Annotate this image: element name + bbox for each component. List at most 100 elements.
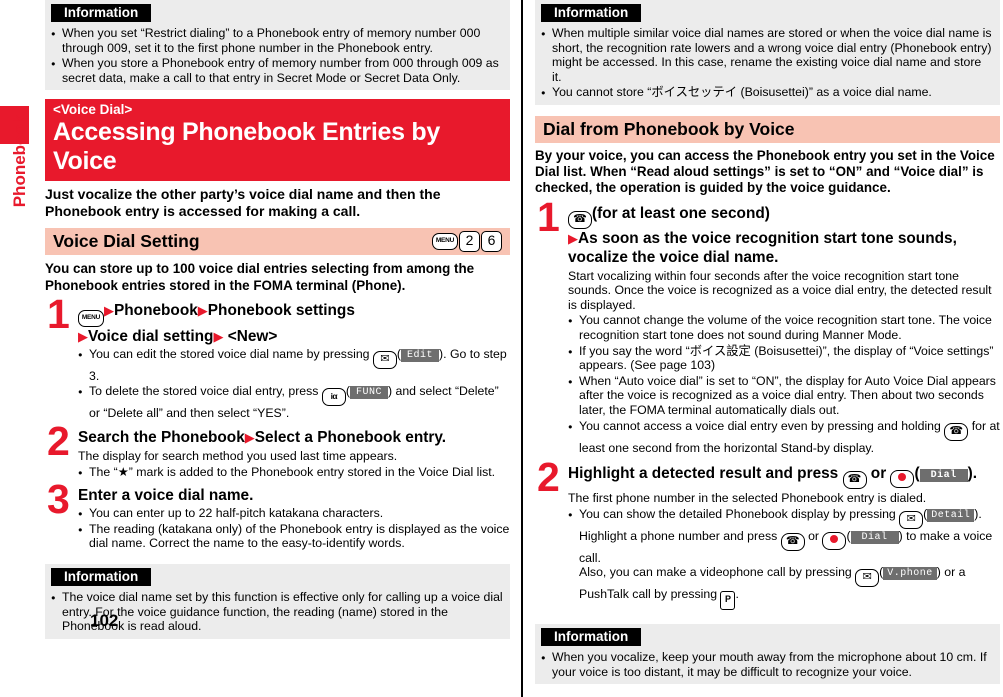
step-title: Enter a voice dial name.: [78, 487, 254, 505]
step-title-part: Highlight a detected result and press: [568, 465, 843, 483]
arrow-icon: ▶: [244, 429, 255, 445]
step-bullets: You can edit the stored voice dial name …: [78, 347, 510, 421]
step-title: Search the Phonebook▶Select a Phonebook …: [78, 428, 510, 447]
step-bullet: The “★” mark is added to the Phonebook e…: [78, 465, 510, 480]
step-1: 1 MENU ▶Phonebook▶Phonebook settings ▶Voi…: [45, 293, 510, 421]
bullet-text: You can show the detailed Phonebook disp…: [579, 506, 900, 521]
menu-key-icon: MENU: [432, 232, 458, 250]
step-number: 2: [47, 417, 70, 464]
subsection-title: Voice Dial Setting: [53, 231, 200, 252]
step-bullet: You can enter up to 22 half-pitch kataka…: [78, 506, 510, 521]
mail-key-icon: ✉: [372, 350, 397, 369]
softkey-dial: Dial: [850, 530, 899, 544]
bullet-text: ).: [974, 506, 982, 521]
info-bullet: The voice dial name set by this function…: [51, 590, 504, 634]
step-subtext: Start vocalizing within four seconds aft…: [568, 268, 992, 312]
call-key-icon: ☎: [568, 210, 592, 229]
section-lead: Just vocalize the other party’s voice di…: [45, 186, 441, 220]
step-bullet-detail: You can show the detailed Phonebook disp…: [568, 507, 1000, 611]
step-1: 1 ☎ (for at least one second) ▶As soon as…: [535, 196, 1000, 456]
step-title-part: or: [866, 465, 891, 483]
subsection-title: Dial from Phonebook by Voice: [543, 118, 795, 139]
manual-page: Phonebook Information When you set “Rest…: [0, 0, 1003, 697]
bullet-text: Highlight a phone number and press: [579, 528, 781, 543]
page-number: 102: [90, 610, 119, 630]
arrow-icon: ▶: [197, 302, 208, 318]
page-title: Accessing Phonebook Entries by Voice: [53, 118, 440, 176]
step-subtext: The display for search method you used l…: [78, 448, 398, 463]
subsection-header-dial-from-phonebook: Dial from Phonebook by Voice: [535, 115, 1000, 143]
softkey-edit: Edit: [401, 348, 440, 362]
step-number: 1: [537, 193, 560, 240]
call-key-icon: ☎: [842, 471, 867, 490]
side-index-label: Phonebook: [10, 114, 29, 208]
info-bullet: You cannot store “ボイスセッテイ (Boisusettei)”…: [541, 85, 994, 100]
imode-key-icon: iα: [321, 388, 346, 407]
step-title-part: Phonebook settings: [207, 301, 355, 319]
info-box-top-right: Information When multiple similar voice …: [535, 0, 1000, 105]
step-title-part: ).: [967, 465, 978, 483]
step-3: 3 Enter a voice dial name. You can enter…: [45, 479, 510, 551]
menu-key-icon: MENU: [78, 309, 104, 327]
step-number: 2: [537, 454, 560, 501]
softkey-detail: Detail: [927, 508, 975, 522]
mail-key-icon: ✉: [899, 510, 924, 529]
numeric-key-6-icon: 6: [481, 230, 502, 252]
step-title-part: (for at least one second): [592, 204, 770, 222]
section-kicker: <Voice Dial>: [53, 102, 133, 118]
step-number: 3: [47, 476, 70, 523]
pushtalk-key-icon: P: [720, 591, 736, 611]
step-title-part: As soon as the voice recognition start t…: [568, 229, 957, 266]
step-number: 1: [47, 290, 70, 337]
numeric-key-2-icon: 2: [459, 230, 480, 252]
column-divider: [521, 0, 523, 697]
step-subtext: The first phone number in the selected P…: [568, 491, 927, 506]
subsection-lead: By your voice, you can access the Phoneb…: [535, 147, 995, 196]
step-title-part: <New>: [227, 327, 278, 345]
arrow-icon: ▶: [213, 328, 224, 344]
info-bullet: When you vocalize, keep your mouth away …: [541, 650, 994, 679]
info-heading: Information: [51, 4, 152, 22]
softkey-func: FUNC: [349, 386, 388, 400]
step-title-part: Select a Phonebook entry.: [254, 428, 447, 446]
step-title: ☎ (for at least one second) ▶As soon as t…: [568, 204, 1000, 267]
section-title-band: <Voice Dial> Accessing Phonebook Entries…: [45, 99, 510, 182]
step-bullets: You cannot change the volume of the voic…: [568, 313, 1000, 455]
key-sequence: MENU 2 6: [432, 230, 502, 252]
info-box-top-left: Information When you set “Restrict diali…: [45, 0, 510, 91]
subsection-header-voice-dial-setting: Voice Dial Setting MENU 2 6: [45, 228, 510, 256]
info-bullet: When you store a Phonebook entry of memo…: [51, 56, 504, 85]
step-title-part: Search the Phonebook: [78, 428, 245, 446]
arrow-icon: ▶: [104, 302, 114, 318]
info-heading: Information: [541, 4, 642, 22]
center-select-key-icon: [890, 470, 915, 489]
arrow-icon: ▶: [78, 328, 88, 344]
call-key-icon: ☎: [944, 422, 969, 441]
step-bullet: You cannot access a voice dial entry eve…: [568, 419, 1000, 456]
bullet-text: or: [804, 528, 823, 543]
info-heading: Information: [51, 567, 152, 586]
step-title-part: Phonebook: [114, 301, 198, 319]
step-title-part: Voice dial setting: [88, 327, 214, 345]
step-bullet: The reading (katakana only) of the Phone…: [78, 522, 510, 551]
call-key-icon: ☎: [780, 532, 805, 551]
left-column: Information When you set “Restrict diali…: [45, 0, 510, 639]
info-bullet: When multiple similar voice dial names a…: [541, 26, 994, 84]
step-bullet: When “Auto voice dial” is set to “ON”, t…: [568, 374, 1000, 418]
bullet-text: Also, you can make a videophone call by …: [579, 565, 856, 580]
center-key-dot-icon: [898, 473, 907, 482]
step-bullet: You cannot change the volume of the voic…: [568, 313, 1000, 342]
step-title: Highlight a detected result and press ☎ …: [568, 464, 1000, 490]
info-bullet: When you set “Restrict dialing” to a Pho…: [51, 26, 504, 55]
step-2: 2 Search the Phonebook▶Select a Phoneboo…: [45, 420, 510, 480]
center-select-key-icon: [822, 531, 847, 550]
center-key-dot-icon: [830, 534, 839, 543]
step-2: 2 Highlight a detected result and press …: [535, 457, 1000, 611]
bullet-text: .: [735, 587, 739, 602]
subsection-intro: You can store up to 100 voice dial entri…: [45, 261, 475, 293]
softkey-dial: Dial: [919, 469, 968, 483]
step-bullet: You can edit the stored voice dial name …: [78, 347, 510, 384]
bullet-text: To delete the stored voice dial entry, p…: [89, 384, 322, 399]
softkey-vphone: V.phone: [883, 567, 937, 581]
mail-key-icon: ✉: [855, 569, 880, 588]
